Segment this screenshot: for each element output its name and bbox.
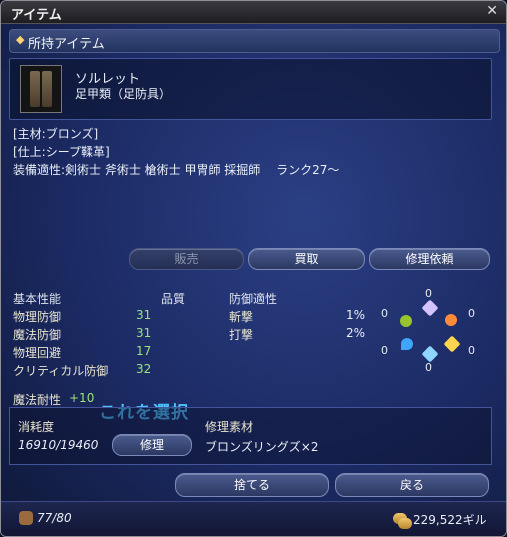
stat-value: 32 <box>136 362 152 376</box>
durability-label: 消耗度 <box>18 420 55 434</box>
repair-panel: 消耗度 16910/19460 修理 修理素材 ブロンズリングズ×2 <box>9 407 492 465</box>
repair-button[interactable]: 修理 <box>112 434 192 456</box>
earth-icon <box>443 335 461 353</box>
item-category: 足甲類（足防具） <box>75 87 172 101</box>
materials-label: 修理素材 <box>205 420 254 434</box>
footer: 77/80 229,522ギル <box>1 501 506 536</box>
water-icon <box>401 338 413 350</box>
repair-request-button[interactable]: 修理依頼 <box>369 248 490 270</box>
stat-label: 魔法防御 <box>13 328 62 342</box>
item-panel: ソルレット 足甲類（足防具） <box>9 58 492 120</box>
resist-label: 斬撃 <box>229 310 254 324</box>
item-finish: [仕上:シープ鞣革] <box>13 145 110 159</box>
element-value: 0 <box>381 344 388 357</box>
stat-value: 31 <box>136 308 152 322</box>
action-bar: 販売 買取 修理依頼 <box>129 248 490 270</box>
element-value: 0 <box>425 287 432 300</box>
close-icon[interactable]: ✕ <box>486 3 498 19</box>
fire-icon <box>445 314 457 326</box>
stat-label: クリティカル防御 <box>13 364 109 378</box>
item-thumbnail <box>20 65 62 113</box>
stat-value: 17 <box>136 344 152 358</box>
ice-icon <box>421 345 439 363</box>
section-label: 所持アイテム <box>28 37 105 52</box>
element-value: 0 <box>468 344 475 357</box>
wind-icon <box>421 299 439 317</box>
capacity-text: 77/80 <box>37 511 72 525</box>
element-value: 0 <box>425 361 432 374</box>
magic-resistance-label: 魔法耐性 <box>13 393 62 407</box>
stat-value: 31 <box>136 326 152 340</box>
element-value: 0 <box>381 307 388 320</box>
window-title: アイテム <box>11 8 62 23</box>
section-header: ◆ 所持アイテム <box>9 29 500 53</box>
stat-label: 物理防御 <box>13 310 62 324</box>
item-window: アイテム ✕ ◆ 所持アイテム ソルレット 足甲類（足防具） [主材:ブロンズ]… <box>0 0 507 537</box>
discard-button[interactable]: 捨てる <box>175 473 329 497</box>
sell-button[interactable]: 販売 <box>129 248 244 270</box>
gil-icon <box>398 518 412 529</box>
element-chart: 0 0 0 0 0 0 <box>376 287 481 375</box>
quality-header: 品質 <box>161 292 186 306</box>
magic-resistance-value: +10 <box>69 391 95 405</box>
resist-header: 防御適性 <box>229 292 278 306</box>
resist-value: 2% <box>346 326 366 340</box>
gil-amount: 229,522ギル <box>413 513 487 527</box>
boot-left-icon <box>30 71 40 107</box>
back-button[interactable]: 戻る <box>335 473 489 497</box>
title-bar: アイテム ✕ <box>1 1 506 24</box>
materials-value: ブロンズリングズ×2 <box>205 440 319 454</box>
bag-icon <box>19 511 33 525</box>
diamond-icon: ◆ <box>16 33 25 46</box>
resist-label: 打撃 <box>229 328 254 342</box>
lightning-icon <box>400 315 412 327</box>
basic-stats-header: 基本性能 <box>13 292 62 306</box>
item-material: [主材:ブロンズ] <box>13 127 99 141</box>
element-value: 0 <box>468 307 475 320</box>
stat-label: 物理回避 <box>13 346 62 360</box>
item-equip: 装備適性:剣術士 斧術士 槍術士 甲冑師 採掘師 ランク27～ <box>13 163 340 177</box>
durability-value: 16910/19460 <box>18 438 99 452</box>
buyback-button[interactable]: 買取 <box>248 248 365 270</box>
boot-right-icon <box>42 71 52 107</box>
resist-value: 1% <box>346 308 366 322</box>
